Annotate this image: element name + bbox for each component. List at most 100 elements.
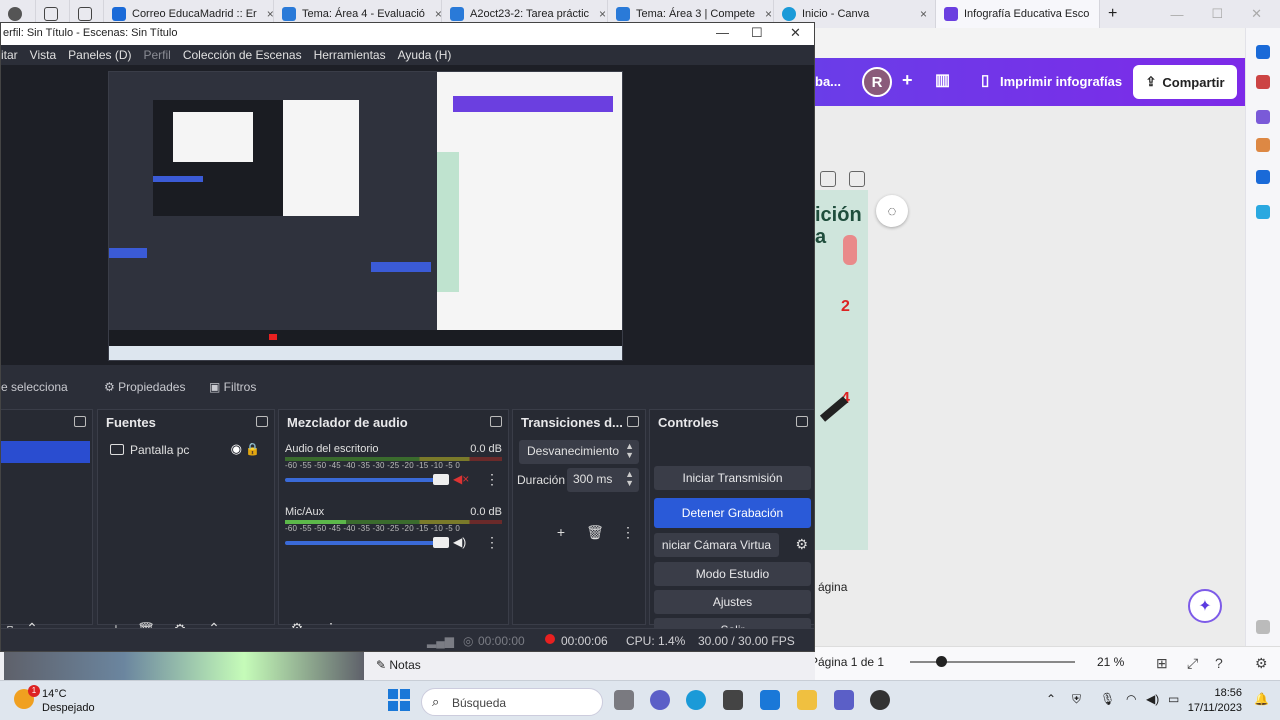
fullscreen-icon[interactable]: ⤢ [1187, 655, 1198, 672]
office-icon[interactable] [1256, 138, 1270, 152]
shopping-icon[interactable] [1256, 75, 1270, 89]
clock-time: 18:56 [1214, 687, 1242, 699]
close-icon[interactable]: × [920, 7, 927, 21]
volume-slider[interactable] [285, 541, 443, 545]
drop-icon[interactable] [1256, 205, 1270, 219]
settings-button[interactable]: Ajustes [654, 590, 811, 614]
obs-app-icon[interactable] [870, 690, 890, 710]
mail-app-icon[interactable] [760, 690, 780, 710]
outlook-icon[interactable] [1256, 170, 1270, 184]
menu-tools[interactable]: Herramientas [308, 48, 392, 62]
menu-view[interactable]: Vista [24, 48, 62, 62]
task-view-icon[interactable] [614, 690, 634, 710]
maximize-icon[interactable]: ☐ [1211, 6, 1223, 22]
notifications-icon[interactable]: 🔔 [1254, 692, 1269, 706]
undock-icon[interactable] [796, 416, 808, 427]
undock-icon[interactable] [74, 416, 86, 427]
design-page-preview[interactable]: ición a 2 4 [815, 190, 868, 550]
tab-infografia[interactable]: Infografía Educativa Esco × [936, 0, 1100, 28]
microphone-icon[interactable]: 🎙 [1100, 692, 1115, 706]
delete-transition-icon[interactable]: 🗑 [585, 524, 605, 541]
properties-tab[interactable]: ⚙ Propiedades [104, 380, 185, 394]
add-collaborator-icon[interactable]: + [902, 70, 913, 91]
start-button[interactable] [388, 689, 410, 711]
source-item[interactable]: Pantalla pc ◉ 🔒 [104, 440, 268, 462]
menu-docks[interactable]: Paneles (D) [62, 48, 137, 62]
zoom-slider-thumb[interactable] [936, 656, 948, 667]
share-button[interactable]: ⇪ Compartir [1133, 65, 1237, 99]
taskbar-search[interactable]: ⌕ Búsqueda [421, 688, 603, 716]
add-page-label[interactable]: ágina [818, 580, 847, 594]
stats-icon[interactable]: ▥ [935, 70, 950, 90]
close-icon[interactable]: × [435, 7, 441, 21]
file-explorer-icon[interactable] [797, 690, 817, 710]
close-icon[interactable]: × [765, 7, 772, 21]
close-icon[interactable]: × [267, 7, 273, 21]
undock-icon[interactable] [490, 416, 502, 427]
transition-select[interactable]: Desvanecimiento ▲ ▼ [519, 440, 639, 464]
obs-preview[interactable] [108, 71, 623, 361]
studio-mode-button[interactable]: Modo Estudio [654, 562, 811, 586]
muted-speaker-icon[interactable]: ◀× [453, 472, 469, 486]
battery-icon[interactable]: ▭ [1168, 692, 1179, 706]
maximize-icon[interactable]: ☐ [751, 23, 763, 43]
help-icon[interactable]: ? [1215, 655, 1223, 671]
more-options-icon[interactable]: ⋮ [485, 534, 499, 551]
grid-view-icon[interactable]: ⊞ [1156, 655, 1168, 672]
teams-icon[interactable] [834, 690, 854, 710]
stop-recording-button[interactable]: Detener Grabación [654, 498, 811, 528]
print-infographics-button[interactable]: Imprimir infografías [1000, 74, 1122, 89]
filters-tab[interactable]: ▣ Filtros [209, 380, 256, 394]
duplicate-page-icon[interactable] [820, 171, 836, 187]
store-icon[interactable] [723, 690, 743, 710]
sidebar-settings-icon[interactable] [1256, 620, 1270, 634]
volume-slider[interactable] [285, 478, 443, 482]
close-icon[interactable]: × [599, 7, 606, 21]
undock-icon[interactable] [627, 416, 639, 427]
virtual-camera-settings-icon[interactable]: ⚙ [795, 536, 808, 553]
zoom-value[interactable]: 21 % [1097, 655, 1124, 669]
lock-icon[interactable]: 🔒 [245, 442, 260, 456]
slide-thumbnails[interactable] [4, 652, 364, 680]
menu-profile[interactable]: Perfil [138, 48, 177, 62]
security-icon[interactable]: ⛨ [1072, 692, 1081, 707]
tools-icon[interactable] [1256, 110, 1270, 124]
more-options-icon[interactable]: ⋮ [485, 471, 499, 488]
more-options-icon[interactable]: ⋮ [618, 524, 638, 541]
zoom-slider[interactable] [910, 661, 1075, 663]
visibility-eye-icon[interactable]: ◉ [231, 441, 242, 457]
duration-input[interactable]: 300 ms ▲ ▼ [567, 468, 639, 492]
canva-canvas-area[interactable] [815, 106, 1245, 646]
close-window-icon[interactable]: ✕ [790, 23, 801, 43]
spin-arrows-icon[interactable]: ▲ ▼ [625, 470, 634, 488]
settings-gear-icon[interactable]: ⚙ [1255, 655, 1268, 672]
system-clock[interactable]: 18:56 17/11/2023 [1188, 686, 1242, 716]
start-virtual-camera-button[interactable]: niciar Cámara Virtua [654, 533, 779, 557]
volume-icon[interactable]: ◀) [1146, 692, 1159, 706]
start-streaming-button[interactable]: Iniciar Transmisión [654, 466, 811, 490]
close-window-icon[interactable]: ✕ [1251, 6, 1262, 22]
minimize-icon[interactable]: — [1170, 7, 1183, 22]
menu-scene-collection[interactable]: Colección de Escenas [177, 48, 308, 62]
menu-help[interactable]: Ayuda (H) [392, 48, 458, 62]
notes-button[interactable]: ✎ Notas [376, 658, 421, 672]
wifi-icon[interactable]: ◠ [1126, 692, 1136, 706]
magic-assistant-icon[interactable]: ✦ [1188, 589, 1222, 623]
copilot-icon[interactable] [1256, 45, 1270, 59]
tray-overflow-icon[interactable]: ⌃ [1046, 692, 1056, 706]
undock-icon[interactable] [256, 416, 268, 427]
chat-icon[interactable] [650, 690, 670, 710]
add-transition-icon[interactable]: + [551, 524, 571, 540]
speaker-icon[interactable]: ◀) [453, 535, 466, 549]
cpu-usage: CPU: 1.4% [626, 634, 686, 648]
edge-icon[interactable] [686, 690, 706, 710]
menu-edit[interactable]: itar [1, 48, 24, 62]
volume-slider-thumb[interactable] [433, 474, 449, 485]
volume-slider-thumb[interactable] [433, 537, 449, 548]
new-tab-button[interactable]: + [1100, 0, 1130, 28]
minimize-icon[interactable]: — [716, 23, 729, 43]
scene-item-selected[interactable] [1, 441, 90, 463]
comment-icon[interactable]: ◌ [876, 195, 908, 227]
add-page-icon[interactable] [849, 171, 865, 187]
avatar[interactable]: R [862, 67, 892, 97]
